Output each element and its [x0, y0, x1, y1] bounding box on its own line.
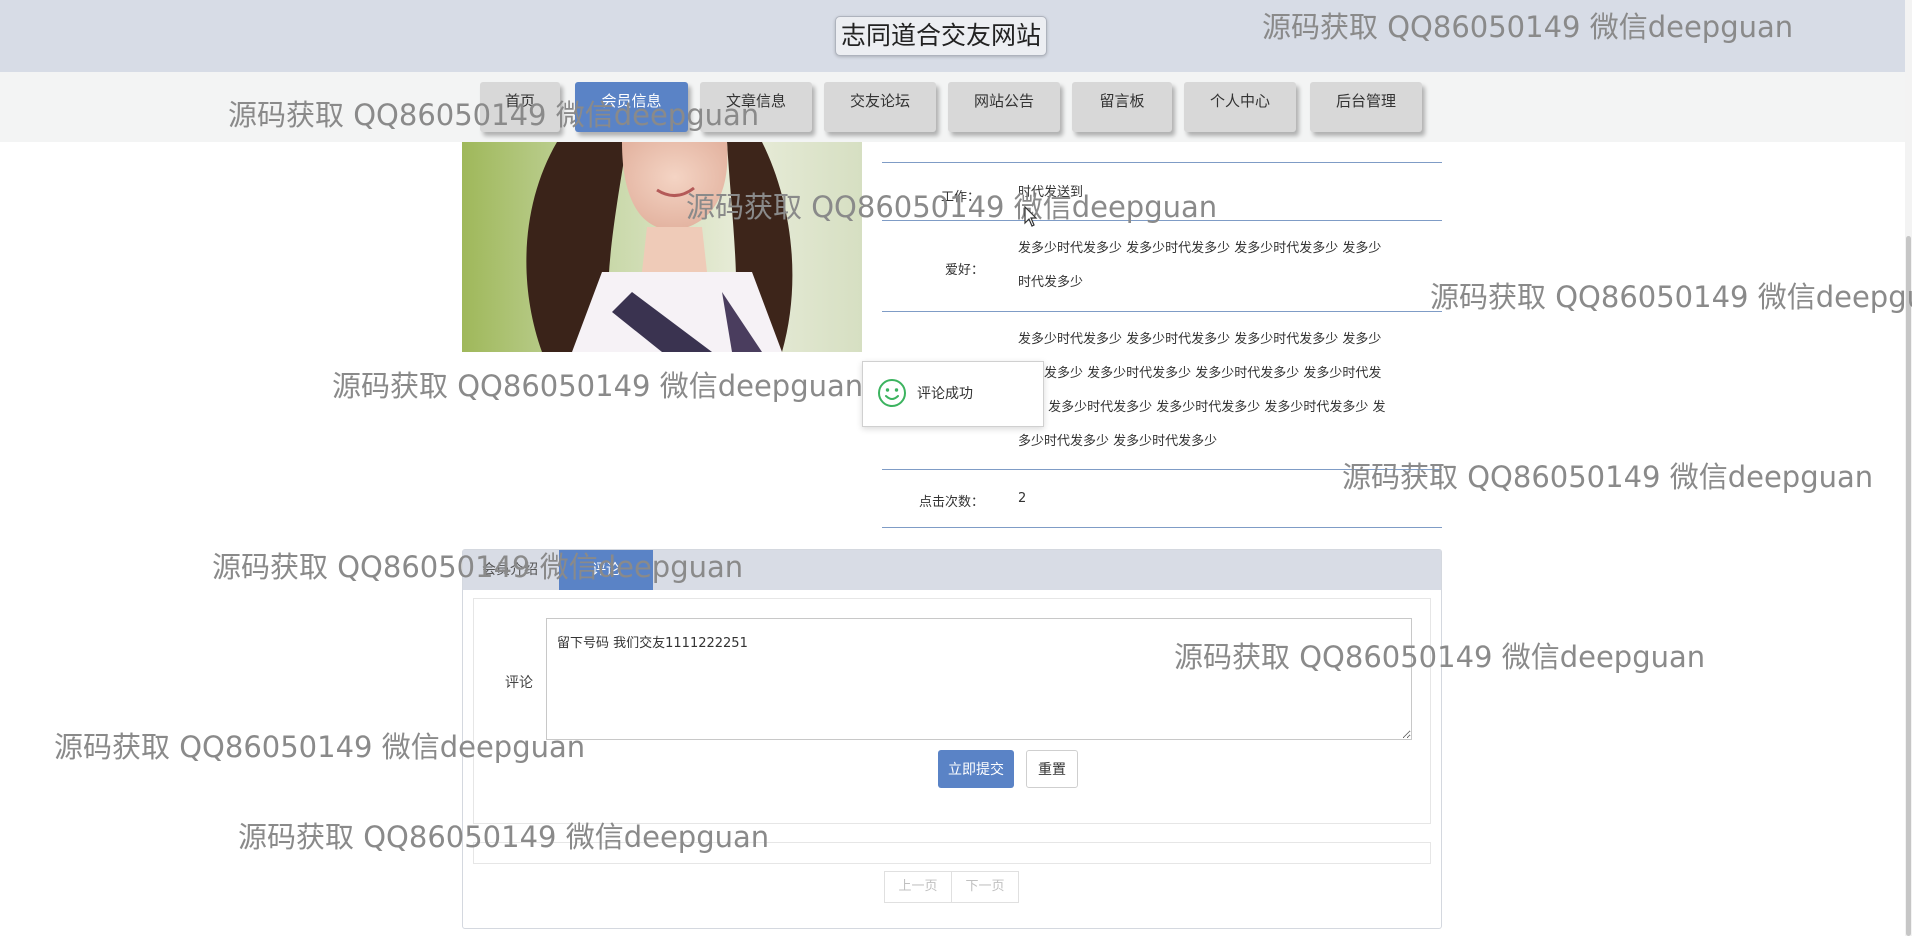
nav-item-profile[interactable]: 个人中心 — [1184, 82, 1296, 132]
intro-line4: 多少时代发多少 发多少时代发多少 — [1018, 434, 1218, 449]
watermark: 源码获取 QQ86050149 微信deepguan — [1430, 280, 1912, 314]
hobby-value-line2: 时代发多少 — [1018, 275, 1084, 290]
row-divider — [882, 162, 1442, 163]
reset-button[interactable]: 重置 — [1026, 750, 1078, 788]
hobby-label: 爱好： — [944, 263, 984, 278]
comment-textarea[interactable]: 留下号码 我们交友1111222251 — [546, 618, 1412, 740]
nav-item-announcements[interactable]: 网站公告 — [948, 82, 1060, 132]
nav-item-members[interactable]: 会员信息 — [575, 82, 688, 132]
tab-comments[interactable]: 评论 — [559, 550, 653, 590]
watermark: 源码获取 QQ86050149 微信deepguan — [1342, 460, 1874, 494]
work-label: 工作： — [940, 190, 980, 205]
nav-item-guestbook[interactable]: 留言板 — [1072, 82, 1172, 132]
nav-item-admin[interactable]: 后台管理 — [1310, 82, 1422, 132]
row-divider — [882, 220, 1442, 221]
mouse-cursor-icon — [1024, 206, 1038, 227]
nav-item-home[interactable]: 首页 — [480, 82, 560, 132]
comment-field-label: 评论 — [505, 675, 533, 691]
row-divider — [882, 469, 1442, 470]
clicks-value: 2 — [1018, 491, 1027, 506]
hobby-value-line1: 发多少时代发多少 发多少时代发多少 发多少时代发多少 发多少 — [1018, 241, 1382, 256]
nav-item-articles[interactable]: 文章信息 — [700, 82, 812, 132]
toast-message: 评论成功 — [917, 386, 973, 402]
watermark: 源码获取 QQ86050149 微信deepguan — [332, 369, 864, 403]
toast-notification: 评论成功 — [862, 361, 1044, 427]
prev-page-button[interactable]: 上一页 — [884, 871, 952, 903]
nav-item-forum[interactable]: 交友论坛 — [824, 82, 936, 132]
tab-member-intro[interactable]: 会员介绍 — [482, 550, 538, 590]
intro-line1: 发多少时代发多少 发多少时代发多少 发多少时代发多少 发多少 — [1018, 332, 1382, 347]
submit-button[interactable]: 立即提交 — [938, 750, 1014, 788]
site-title[interactable]: 志同道合交友网站 — [835, 16, 1047, 56]
row-divider — [882, 527, 1442, 528]
work-value: 时代发送到 — [1018, 185, 1084, 200]
clicks-label: 点击次数： — [918, 495, 984, 510]
member-photo — [462, 142, 862, 352]
next-page-button[interactable]: 下一页 — [951, 871, 1019, 903]
smile-icon — [878, 379, 906, 407]
intro-line3: 多少 发多少时代发多少 发多少时代发多少 发多少时代发多少 发 — [1018, 400, 1386, 415]
scrollbar-thumb[interactable] — [1906, 236, 1911, 936]
intro-line2: 时代发多少 发多少时代发多少 发多少时代发多少 发多少时代发 — [1018, 366, 1382, 381]
row-divider — [882, 311, 1442, 312]
comment-list — [473, 842, 1431, 864]
